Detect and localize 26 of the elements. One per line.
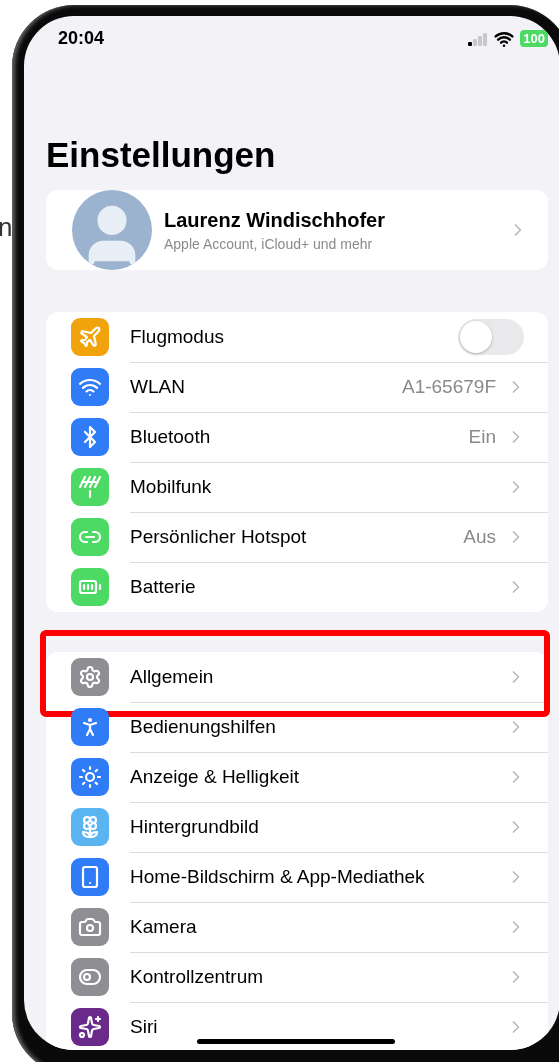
setting-label[interactable]: Mobilfunk (130, 475, 506, 498)
setting-label[interactable]: Bluetooth (130, 425, 469, 448)
setting-label[interactable]: Bedienungshilfen (130, 715, 506, 738)
row-value: Aus (463, 525, 496, 548)
row-value: Ein (468, 425, 496, 448)
setting-label[interactable]: WLAN (130, 375, 402, 398)
status-time: 20:04 (58, 28, 105, 49)
setting-label[interactable]: Hintergrundbild (130, 815, 506, 838)
setting-label[interactable]: Flugmodus (130, 325, 458, 348)
setting-label[interactable]: Batterie (130, 576, 506, 598)
background-text: n (0, 212, 13, 242)
battery-level: 100 (520, 30, 548, 47)
setting-label[interactable]: Kontrollzentrum (130, 965, 506, 988)
profile-card[interactable]: Laurenz Windischhofer Apple Account, iCloud+ und mehr (46, 190, 548, 270)
profile-name: Laurenz Windischhofer (164, 208, 386, 232)
setting-label[interactable]: Kamera (130, 915, 506, 938)
page-title: Einstellungen (46, 135, 276, 175)
setting-label[interactable]: Allgemein (130, 665, 506, 688)
setting-label[interactable]: Home-Bildschirm & App-Mediathek (130, 865, 506, 888)
setting-label[interactable]: Persönlicher Hotspot (130, 525, 464, 548)
profile-subtitle: Apple Account, iCloud+ und mehr (164, 235, 374, 252)
setting-label[interactable]: Anzeige & Helligkeit (130, 765, 506, 788)
setting-label[interactable]: Siri (130, 1016, 506, 1038)
toggle-switch[interactable] (458, 318, 524, 355)
row-value: A1-65679F (402, 375, 496, 398)
signal-icon (468, 31, 489, 46)
